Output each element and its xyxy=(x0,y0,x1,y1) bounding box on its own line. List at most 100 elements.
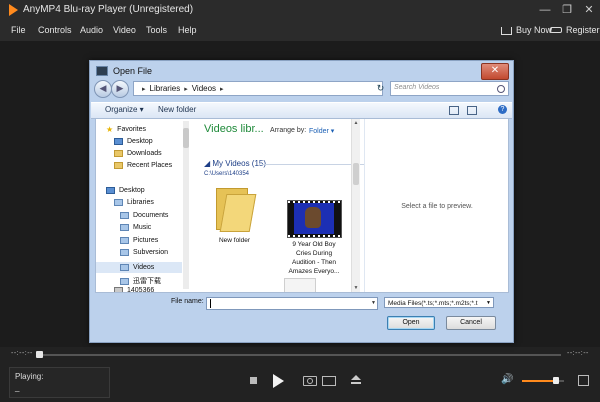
files-scrollbar[interactable]: ▲ ▼ xyxy=(351,119,360,292)
tree-label: 1405366 xyxy=(127,287,155,293)
tree-label: Recent Places xyxy=(127,162,173,169)
navigation-pane: ★ Favorites Desktop Downloads Recent Plac… xyxy=(96,119,191,292)
scroll-down-icon[interactable]: ▼ xyxy=(353,285,359,291)
library-icon xyxy=(120,277,129,285)
playing-value: _ xyxy=(15,383,20,392)
tree-label: Downloads xyxy=(127,150,162,157)
tree-item-videos[interactable]: Videos xyxy=(120,264,154,271)
organize-button[interactable]: Organize ▾ xyxy=(105,105,144,114)
menu-file[interactable]: File xyxy=(11,25,26,35)
tree-label: Favorites xyxy=(117,126,146,133)
tree-item-music[interactable]: Music xyxy=(120,224,151,231)
search-placeholder: Search Videos xyxy=(394,84,440,91)
open-button[interactable]: Open xyxy=(387,316,435,330)
tree-item-documents[interactable]: Documents xyxy=(120,212,168,219)
restore-button[interactable]: ❐ xyxy=(556,0,578,20)
file-label-new-folder[interactable]: New folder xyxy=(202,236,267,245)
search-input[interactable]: Search Videos xyxy=(390,81,509,96)
close-button[interactable]: ✕ xyxy=(578,0,600,20)
open-folder-icon[interactable] xyxy=(322,376,336,386)
menu-controls[interactable]: Controls xyxy=(38,25,72,35)
tree-item-downloads[interactable]: Downloads xyxy=(114,150,162,157)
dialog-app-icon xyxy=(96,66,108,76)
tree-label: Videos xyxy=(133,264,155,271)
scroll-up-icon[interactable]: ▲ xyxy=(353,120,359,126)
library-icon xyxy=(120,224,129,231)
breadcrumb-libraries[interactable]: Libraries xyxy=(150,84,181,93)
elapsed-time: --:--:-- xyxy=(11,350,33,357)
pc-icon xyxy=(114,287,123,292)
video-thumbnail[interactable] xyxy=(287,200,342,238)
folder-icon[interactable] xyxy=(216,188,257,232)
volume-icon[interactable]: 🔊 xyxy=(501,375,513,385)
tree-label: Pictures xyxy=(133,237,159,244)
tree-item-xunlei[interactable]: 迅雷下载 xyxy=(120,276,161,286)
file-type-select[interactable]: Media Files(*.ts;*.mts;*.m2ts;*.t ▼ xyxy=(384,297,494,308)
register-button[interactable]: Register xyxy=(550,25,600,35)
library-title: Videos libr... xyxy=(204,123,264,135)
dialog-title: Open File xyxy=(113,66,153,76)
library-icon xyxy=(120,249,129,256)
library-icon xyxy=(120,264,129,271)
file-label-line: Amazes Everyo... xyxy=(288,268,340,275)
preview-pane-icon[interactable] xyxy=(467,106,477,115)
tree-item-desktop[interactable]: Desktop xyxy=(114,138,153,145)
menu-bar: File Controls Audio Video Tools Help Buy… xyxy=(0,20,600,41)
tree-item-recent-places[interactable]: Recent Places xyxy=(114,162,172,169)
volume-knob[interactable] xyxy=(552,377,559,384)
cancel-button[interactable]: Cancel xyxy=(446,316,496,330)
dialog-close-button[interactable]: ✕ xyxy=(481,63,509,80)
breadcrumb-arrow-icon: ▸ xyxy=(184,85,188,93)
address-bar[interactable]: ▸ Libraries ▸ Videos ▸ xyxy=(133,81,383,96)
eject-icon[interactable] xyxy=(351,375,361,385)
command-bar: Organize ▾ New folder ? xyxy=(91,102,512,119)
new-folder-button[interactable]: New folder xyxy=(158,105,196,114)
tree-item-subversion[interactable]: Subversion xyxy=(120,249,168,256)
tree-item-1405366[interactable]: 1405366 xyxy=(114,287,155,293)
refresh-icon[interactable]: ↻ xyxy=(374,81,387,96)
minimize-button[interactable]: — xyxy=(534,0,556,20)
library-icon xyxy=(114,199,123,206)
breadcrumb-videos[interactable]: Videos xyxy=(192,84,216,93)
play-button[interactable] xyxy=(273,374,284,388)
chevron-down-icon[interactable]: ▼ xyxy=(371,300,376,306)
menu-tools[interactable]: Tools xyxy=(146,25,167,35)
now-playing-box: Playing: _ xyxy=(9,367,110,398)
tree-item-desktop-root[interactable]: Desktop xyxy=(106,187,145,194)
progress-track[interactable] xyxy=(39,354,561,356)
views-icon[interactable] xyxy=(449,106,459,115)
document-icon[interactable] xyxy=(284,278,316,292)
file-label-line: Audition - Then xyxy=(292,259,336,266)
file-browser: ★ Favorites Desktop Downloads Recent Plac… xyxy=(95,118,509,293)
tree-label: 迅雷下载 xyxy=(133,278,161,285)
buy-now-button[interactable]: Buy Now xyxy=(501,25,552,35)
tree-label: Documents xyxy=(133,212,169,219)
arrange-dropdown[interactable]: Folder ▾ xyxy=(309,127,334,135)
nav-scroll-thumb[interactable] xyxy=(183,128,189,148)
tree-label: Subversion xyxy=(133,249,169,256)
text-caret xyxy=(210,299,211,308)
menu-audio[interactable]: Audio xyxy=(80,25,103,35)
back-button[interactable]: ◀ xyxy=(94,80,112,98)
file-label-video[interactable]: 9 Year Old Boy Cries During Audition - T… xyxy=(280,240,348,276)
library-icon xyxy=(120,237,129,244)
stop-button[interactable] xyxy=(250,377,257,384)
progress-knob[interactable] xyxy=(36,351,43,358)
menu-help[interactable]: Help xyxy=(178,25,197,35)
app-title-bar: AnyMP4 Blu-ray Player (Unregistered) — ❐… xyxy=(0,0,600,20)
files-scroll-thumb[interactable] xyxy=(353,163,359,185)
tree-item-favorites[interactable]: ★ Favorites xyxy=(106,125,146,134)
group-header[interactable]: ◢ My Videos (15) xyxy=(204,159,266,168)
help-button[interactable]: ? xyxy=(498,105,507,114)
file-name-input[interactable]: ▼ xyxy=(206,297,378,310)
app-logo-icon xyxy=(9,4,18,16)
snapshot-camera-icon[interactable] xyxy=(303,376,317,386)
fullscreen-icon[interactable] xyxy=(578,375,589,386)
tree-label: Desktop xyxy=(127,138,153,145)
register-label: Register xyxy=(566,25,600,35)
menu-video[interactable]: Video xyxy=(113,25,136,35)
tree-item-libraries[interactable]: Libraries xyxy=(114,199,154,206)
nav-scrollbar[interactable] xyxy=(183,121,189,289)
forward-button[interactable]: ▶ xyxy=(111,80,129,98)
tree-item-pictures[interactable]: Pictures xyxy=(120,237,158,244)
